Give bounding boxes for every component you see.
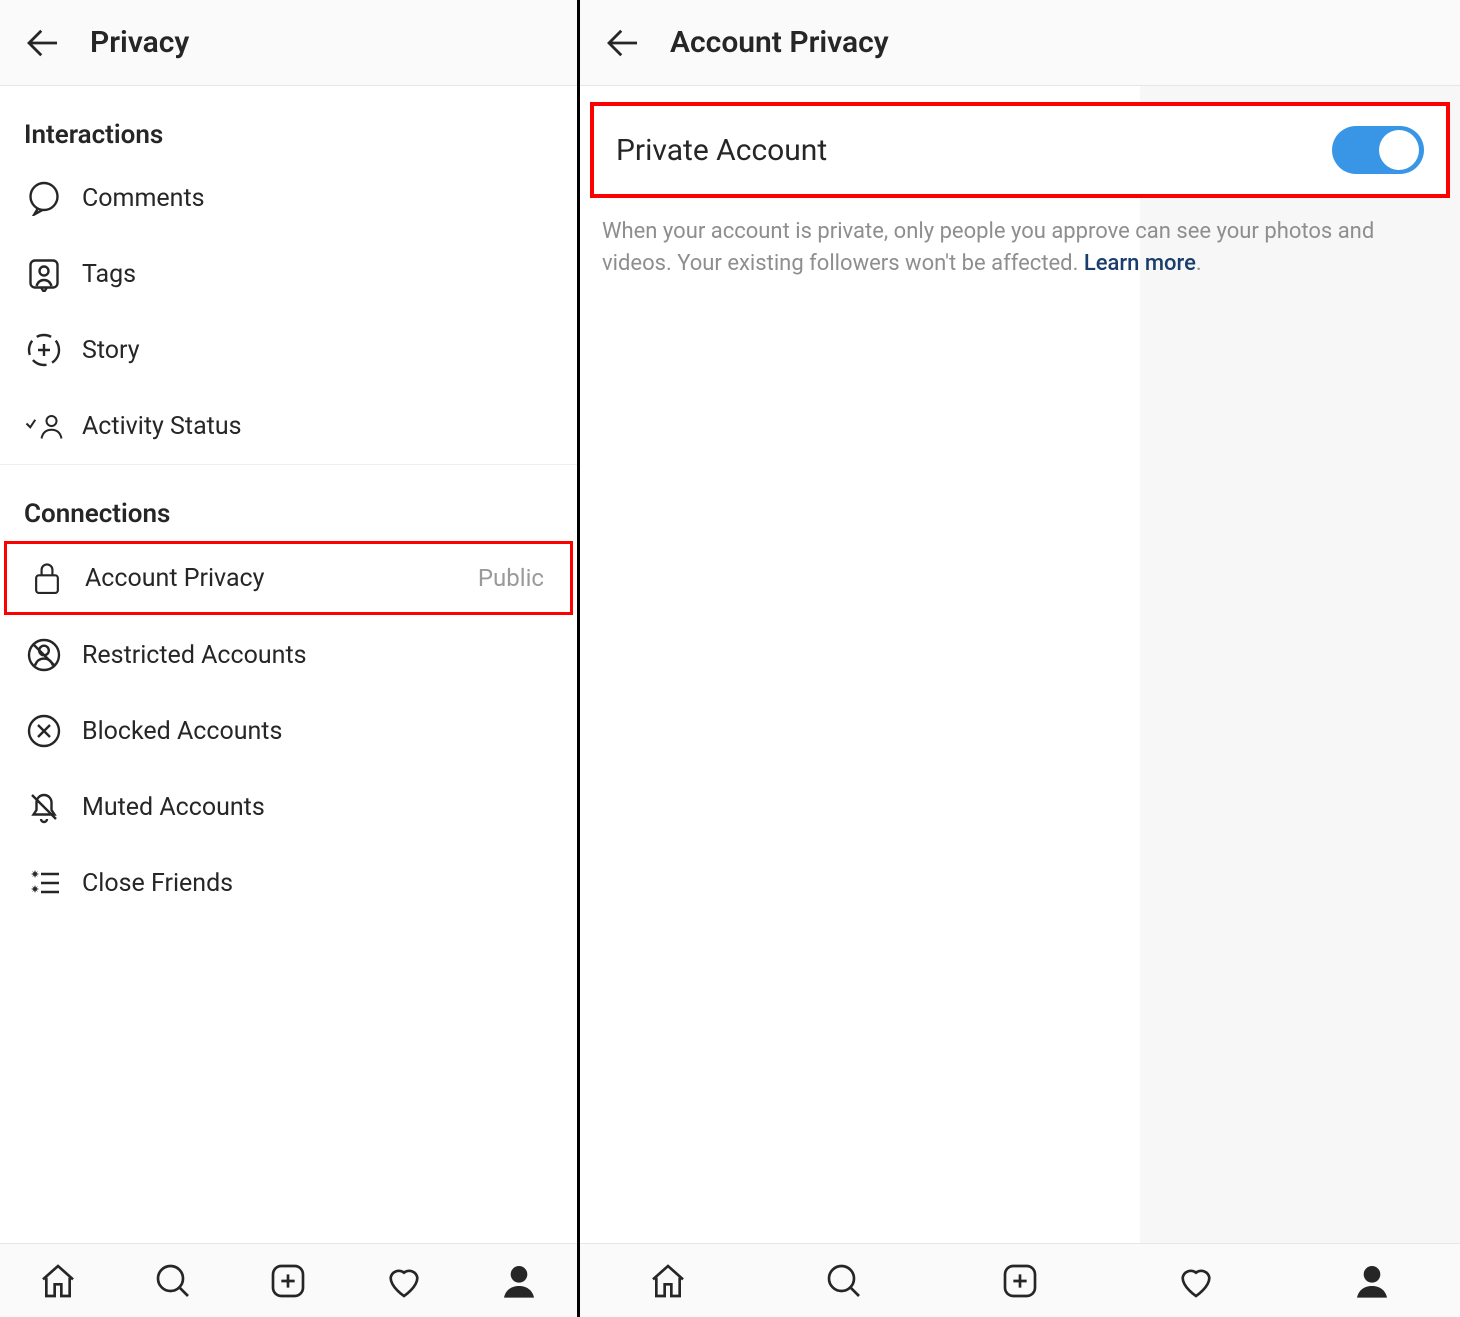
blocked-icon: [24, 711, 64, 751]
private-account-row[interactable]: Private Account: [590, 102, 1450, 198]
add-post-icon: [268, 1261, 308, 1301]
row-label: Activity Status: [82, 412, 553, 441]
account-privacy-content: Private Account When your account is pri…: [580, 86, 1460, 1243]
bottom-nav: [580, 1243, 1460, 1317]
heart-icon: [1176, 1261, 1216, 1301]
row-label: Blocked Accounts: [82, 717, 553, 746]
search-icon: [824, 1261, 864, 1301]
story-icon: [24, 330, 64, 370]
comment-icon: [24, 178, 64, 218]
nav-profile[interactable]: [1346, 1255, 1398, 1307]
private-account-label: Private Account: [616, 133, 827, 168]
private-account-toggle[interactable]: [1332, 126, 1424, 174]
description-text: When your account is private, only peopl…: [602, 219, 1374, 276]
row-close-friends[interactable]: Close Friends: [0, 845, 577, 921]
restricted-icon: [24, 635, 64, 675]
profile-icon: [499, 1261, 539, 1301]
add-post-icon: [1000, 1261, 1040, 1301]
row-blocked-accounts[interactable]: Blocked Accounts: [0, 693, 577, 769]
section-interactions-title: Interactions: [0, 86, 577, 160]
privacy-content: Interactions Comments Tags Story: [0, 86, 577, 1243]
account-privacy-screen: Account Privacy Private Account When you…: [580, 0, 1460, 1317]
nav-home[interactable]: [32, 1255, 84, 1307]
close-friends-icon: [24, 863, 64, 903]
row-label: Muted Accounts: [82, 793, 553, 822]
search-icon: [153, 1261, 193, 1301]
muted-icon: [24, 787, 64, 827]
row-restricted-accounts[interactable]: Restricted Accounts: [0, 617, 577, 693]
profile-icon: [1352, 1261, 1392, 1301]
row-comments[interactable]: Comments: [0, 160, 577, 236]
nav-search[interactable]: [147, 1255, 199, 1307]
row-label: Restricted Accounts: [82, 641, 553, 670]
page-title: Privacy: [90, 25, 189, 60]
home-icon: [648, 1261, 688, 1301]
home-icon: [38, 1261, 78, 1301]
bottom-nav: [0, 1243, 577, 1317]
heart-icon: [384, 1261, 424, 1301]
row-label: Tags: [82, 260, 553, 289]
learn-more-link[interactable]: Learn more: [1084, 251, 1196, 276]
back-arrow-icon: [602, 22, 644, 64]
nav-add[interactable]: [262, 1255, 314, 1307]
tag-icon: [24, 254, 64, 294]
row-tags[interactable]: Tags: [0, 236, 577, 312]
row-account-privacy[interactable]: Account Privacy Public: [4, 541, 573, 615]
row-story[interactable]: Story: [0, 312, 577, 388]
row-label: Close Friends: [82, 869, 553, 898]
activity-icon: [24, 406, 64, 446]
nav-profile[interactable]: [493, 1255, 545, 1307]
lock-icon: [27, 558, 67, 598]
description-period: .: [1196, 251, 1202, 276]
private-account-description: When your account is private, only peopl…: [580, 208, 1460, 280]
header: Privacy: [0, 0, 577, 86]
row-label: Account Privacy: [85, 564, 478, 593]
header: Account Privacy: [580, 0, 1460, 86]
back-arrow-icon: [22, 22, 64, 64]
nav-home[interactable]: [642, 1255, 694, 1307]
row-value: Public: [478, 564, 544, 592]
row-muted-accounts[interactable]: Muted Accounts: [0, 769, 577, 845]
row-label: Story: [82, 336, 553, 365]
row-activity-status[interactable]: Activity Status: [0, 388, 577, 464]
nav-search[interactable]: [818, 1255, 870, 1307]
back-button[interactable]: [18, 18, 68, 68]
section-connections-title: Connections: [0, 465, 577, 539]
nav-activity[interactable]: [378, 1255, 430, 1307]
row-label: Comments: [82, 184, 553, 213]
privacy-screen: Privacy Interactions Comments Tags: [0, 0, 580, 1317]
nav-add[interactable]: [994, 1255, 1046, 1307]
toggle-knob: [1379, 130, 1419, 170]
page-title: Account Privacy: [670, 25, 889, 60]
nav-activity[interactable]: [1170, 1255, 1222, 1307]
back-button[interactable]: [598, 18, 648, 68]
